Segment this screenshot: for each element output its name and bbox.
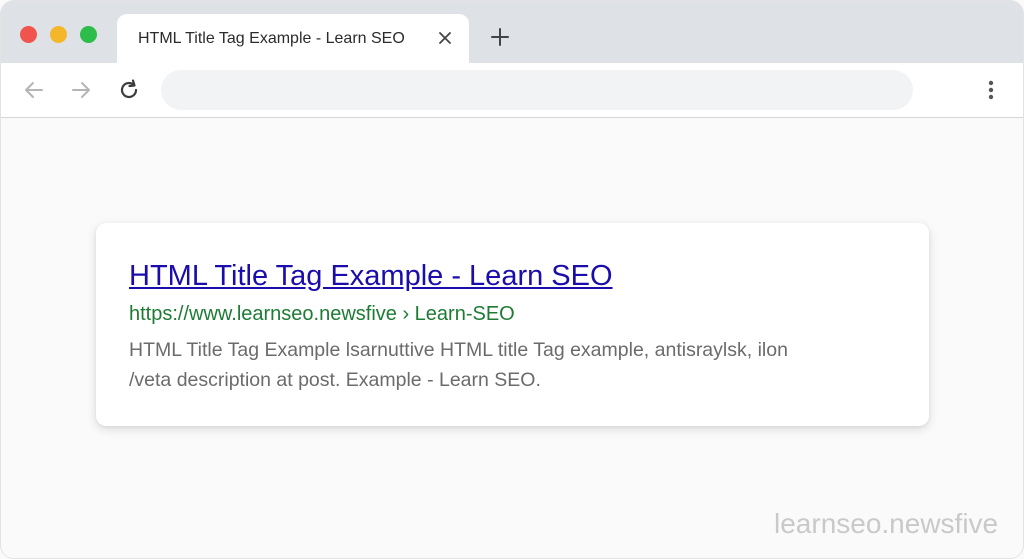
close-window-button[interactable] xyxy=(20,26,37,43)
plus-icon[interactable] xyxy=(488,25,512,49)
page-content: HTML Title Tag Example - Learn SEO https… xyxy=(1,119,1023,558)
minimize-window-button[interactable] xyxy=(50,26,67,43)
tab-title: HTML Title Tag Example - Learn SEO xyxy=(138,30,405,47)
reload-icon[interactable] xyxy=(116,77,142,103)
arrow-right-icon[interactable] xyxy=(68,77,94,103)
result-title-link[interactable]: HTML Title Tag Example - Learn SEO xyxy=(129,260,613,293)
result-url[interactable]: https://www.learnseo.newsfive › Learn-SE… xyxy=(129,303,515,326)
more-vertical-icon[interactable] xyxy=(980,78,1002,102)
browser-window: HTML Title Tag Example - Learn SEO HTML … xyxy=(0,0,1024,559)
search-result-card: HTML Title Tag Example - Learn SEO https… xyxy=(96,223,929,426)
tab-active[interactable]: HTML Title Tag Example - Learn SEO xyxy=(117,14,469,63)
result-description-line: HTML Title Tag Example lsarnuttive HTML … xyxy=(129,339,788,361)
result-description-line: /veta description at post. Example - Lea… xyxy=(129,369,541,391)
arrow-left-icon[interactable] xyxy=(21,77,47,103)
maximize-window-button[interactable] xyxy=(80,26,97,43)
browser-toolbar xyxy=(1,63,1023,118)
result-description: HTML Title Tag Example lsarnuttive HTML … xyxy=(129,335,889,395)
tab-strip: HTML Title Tag Example - Learn SEO xyxy=(1,1,1023,63)
address-bar[interactable] xyxy=(161,70,913,110)
watermark: learnseo.newsfive xyxy=(774,508,999,539)
close-icon[interactable] xyxy=(435,28,455,48)
